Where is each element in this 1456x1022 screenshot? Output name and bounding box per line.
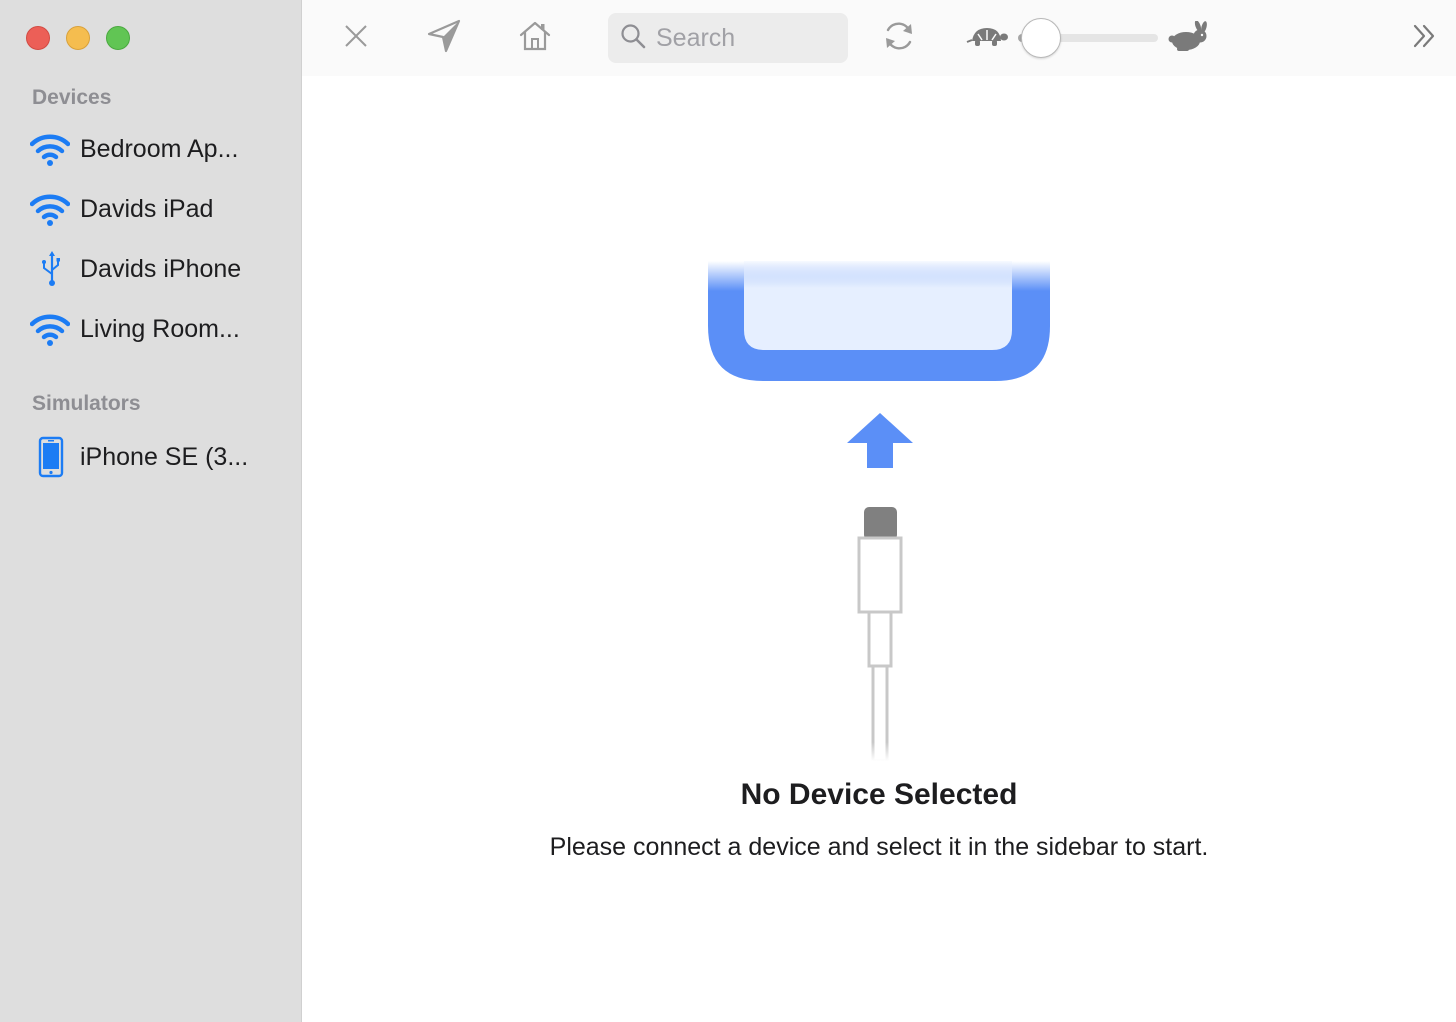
sidebar-item-iphone-se[interactable]: iPhone SE (3... xyxy=(30,433,280,481)
iphone-icon xyxy=(30,436,72,478)
toolbar xyxy=(302,0,1456,76)
usb-icon xyxy=(30,251,72,287)
location-button[interactable] xyxy=(422,16,466,60)
search-input[interactable] xyxy=(656,23,836,53)
close-button[interactable] xyxy=(334,16,378,60)
window-controls xyxy=(26,26,130,50)
sidebar-item-bedroom[interactable]: Bedroom Ap... xyxy=(30,125,280,173)
close-window-button[interactable] xyxy=(26,26,50,50)
sidebar-item-label: Davids iPad xyxy=(80,194,214,223)
sidebar: Devices Bedroom Ap... Davids iPad Davids… xyxy=(0,0,302,1022)
chevron-double-right-icon xyxy=(1410,22,1438,55)
zoom-window-button[interactable] xyxy=(106,26,130,50)
section-title-simulators: Simulators xyxy=(32,392,141,415)
app-window: Devices Bedroom Ap... Davids iPad Davids… xyxy=(0,0,1456,1022)
speed-slider-knob[interactable] xyxy=(1020,18,1061,58)
home-icon xyxy=(518,20,552,57)
connect-device-illustration xyxy=(702,256,1058,776)
refresh-button[interactable] xyxy=(877,16,921,60)
sidebar-item-label: Davids iPhone xyxy=(80,254,242,283)
wifi-icon xyxy=(30,311,72,347)
sidebar-item-davids-iphone[interactable]: Davids iPhone xyxy=(30,245,280,293)
sidebar-item-label: iPhone SE (3... xyxy=(80,442,249,471)
wifi-icon xyxy=(30,191,72,227)
sidebar-item-living-room[interactable]: Living Room... xyxy=(30,305,280,353)
sidebar-item-label: Bedroom Ap... xyxy=(80,134,239,163)
wifi-icon xyxy=(30,131,72,167)
empty-state-subtitle: Please connect a device and select it in… xyxy=(549,833,1209,861)
rabbit-icon xyxy=(1167,20,1211,58)
search-icon xyxy=(620,23,646,54)
main-content: No Device Selected Please connect a devi… xyxy=(302,76,1456,1022)
sidebar-item-davids-ipad[interactable]: Davids iPad xyxy=(30,185,280,233)
more-button[interactable] xyxy=(1402,16,1446,60)
speed-slider[interactable] xyxy=(1018,18,1158,58)
location-arrow-icon xyxy=(426,18,462,59)
refresh-icon xyxy=(882,19,916,58)
empty-state-title: No Device Selected xyxy=(740,778,1018,811)
close-icon xyxy=(343,23,369,54)
turtle-icon xyxy=(966,22,1008,57)
section-title-devices: Devices xyxy=(32,86,112,109)
minimize-window-button[interactable] xyxy=(66,26,90,50)
home-button[interactable] xyxy=(513,16,557,60)
search-field[interactable] xyxy=(608,13,848,63)
sidebar-item-label: Living Room... xyxy=(80,314,240,343)
